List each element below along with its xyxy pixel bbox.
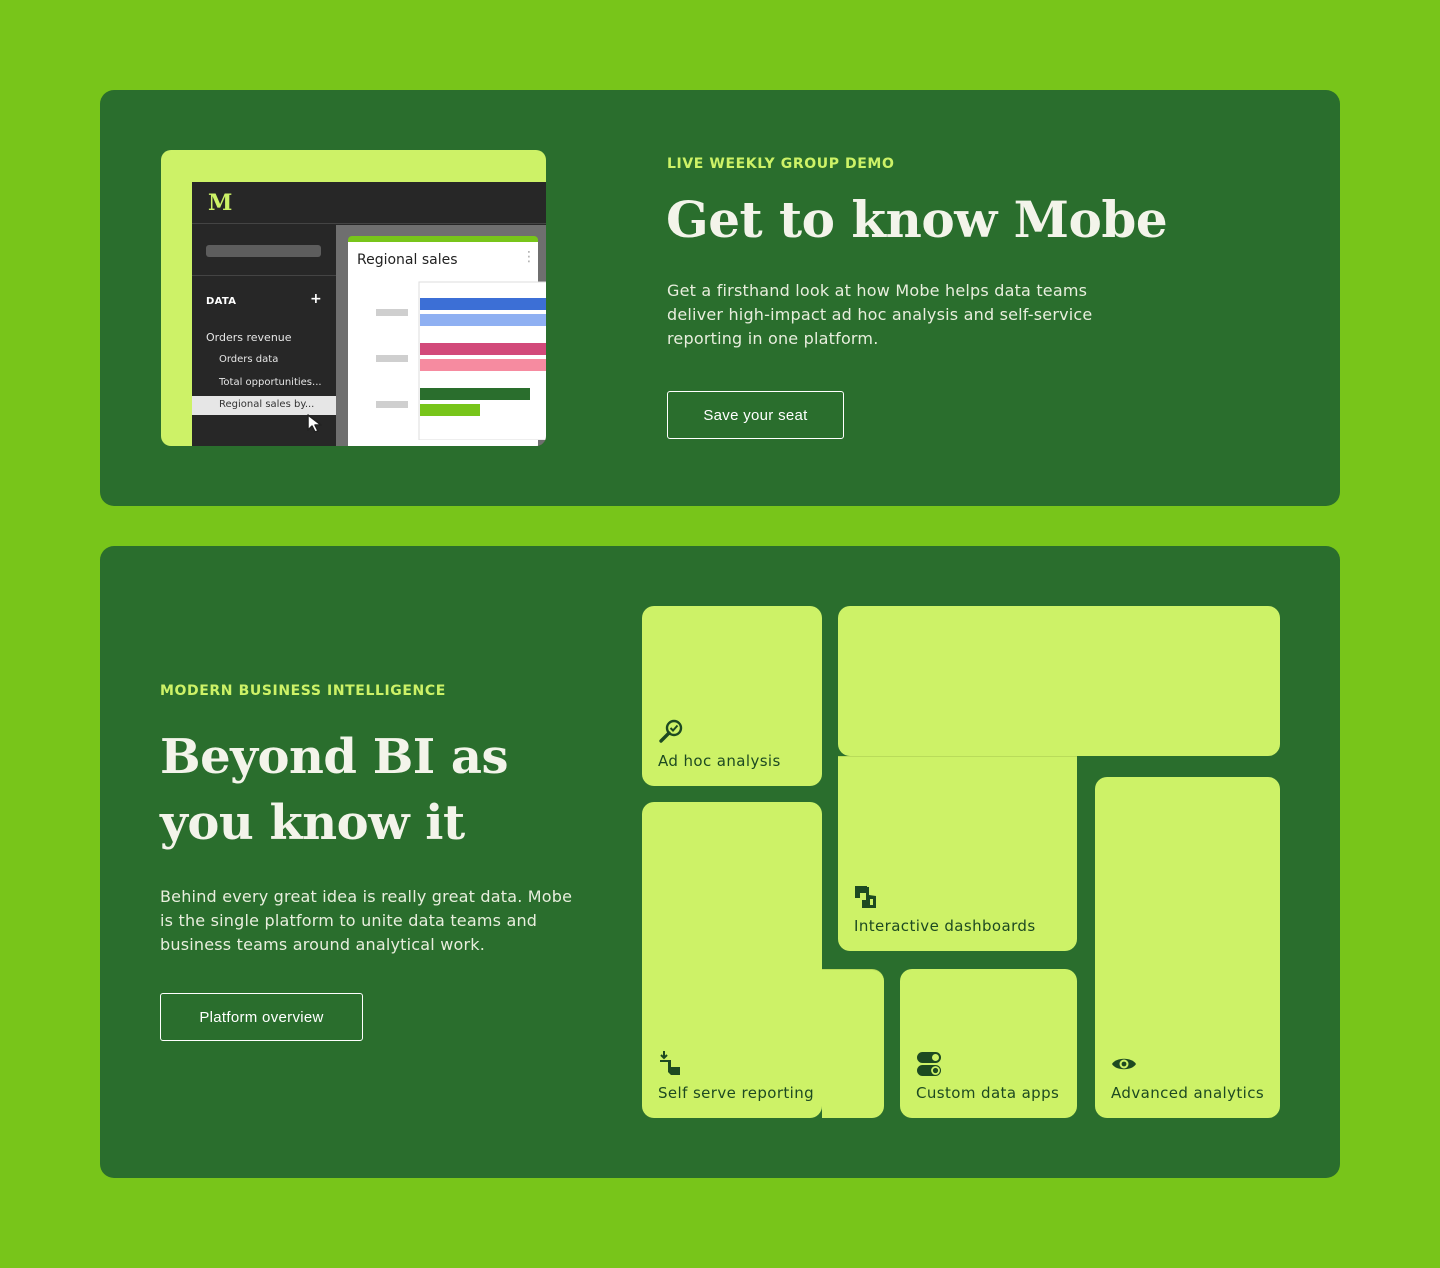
magnifier-check-icon xyxy=(659,719,683,743)
tile-label: Ad hoc analysis xyxy=(658,752,781,770)
chart-tick-3 xyxy=(376,401,408,408)
bi-eyebrow: MODERN BUSINESS INTELLIGENCE xyxy=(160,683,446,699)
demo-eyebrow: LIVE WEEKLY GROUP DEMO xyxy=(667,156,895,172)
tile-dashboards-upper xyxy=(838,606,1280,756)
chart-bar-green-dark xyxy=(420,388,530,400)
chart-bar-pink-dark xyxy=(420,343,546,355)
mockup-search-bar xyxy=(206,245,321,257)
demo-description: Get a firsthand look at how Mobe helps d… xyxy=(667,281,1093,348)
tile-self-serve-reporting[interactable]: Self serve reporting xyxy=(642,802,822,1118)
dashboard-pointer-icon xyxy=(855,886,876,908)
mockup-header: M xyxy=(192,182,546,224)
mockup-data-label: DATA xyxy=(206,296,237,307)
chart-bar-pink-light xyxy=(420,359,546,371)
mockup-bar-chart xyxy=(376,281,546,440)
mockup-item-orders-revenue: Orders revenue xyxy=(206,331,292,344)
tile-interactive-dashboards[interactable]: Interactive dashboards xyxy=(838,756,1077,951)
mockup-panel-title: Regional sales xyxy=(357,252,458,268)
tile-label: Self serve reporting xyxy=(658,1084,815,1102)
mockup-divider xyxy=(192,275,336,276)
product-mockup: M DATA + Orders revenue Orders data Tota… xyxy=(161,150,546,446)
cursor-icon xyxy=(307,414,322,433)
chart-tick-1 xyxy=(376,309,408,316)
more-options-icon: ⋮ xyxy=(522,249,536,265)
bi-card: MODERN BUSINESS INTELLIGENCE Beyond BI a… xyxy=(100,546,1340,1178)
mobe-logo: M xyxy=(208,190,233,216)
tile-label: Advanced analytics xyxy=(1111,1084,1265,1102)
tile-label: Custom data apps xyxy=(916,1084,1060,1102)
mockup-item-regional-sales: Regional sales by... xyxy=(192,396,336,415)
mockup-item-total-opportunities: Total opportunities... xyxy=(219,377,322,388)
mockup-sidebar: DATA + Orders revenue Orders data Total … xyxy=(192,225,336,446)
chart-tick-2 xyxy=(376,355,408,362)
mockup-app-window: M DATA + Orders revenue Orders data Tota… xyxy=(192,182,546,446)
platform-overview-button[interactable]: Platform overview xyxy=(160,993,363,1041)
demo-title: Get to know Mobe xyxy=(666,190,1168,249)
demo-card: M DATA + Orders revenue Orders data Tota… xyxy=(100,90,1340,506)
save-your-seat-button[interactable]: Save your seat xyxy=(667,391,844,439)
download-pointer-icon xyxy=(660,1051,680,1075)
chart-bar-blue-dark xyxy=(420,298,546,310)
tile-label: Interactive dashboards xyxy=(854,917,1036,935)
tile-advanced-analytics[interactable]: Advanced analytics xyxy=(1095,777,1280,1118)
mockup-canvas: Regional sales ⋮ xyxy=(336,225,546,446)
eye-icon xyxy=(1112,1058,1136,1070)
bi-title: Beyond BI as you know it xyxy=(160,729,509,851)
mockup-item-orders-data: Orders data xyxy=(219,354,279,365)
chart-bar-blue-light xyxy=(420,314,546,326)
tile-ad-hoc-analysis[interactable]: Ad hoc analysis xyxy=(642,606,822,786)
bi-description: Behind every great idea is really great … xyxy=(160,887,573,954)
plus-icon: + xyxy=(310,291,322,307)
tile-custom-data-apps[interactable]: Custom data apps xyxy=(900,969,1077,1118)
tile-self-serve-extension xyxy=(822,969,884,1118)
toggle-switch-icon xyxy=(917,1052,941,1076)
chart-bar-green-light xyxy=(420,404,480,416)
